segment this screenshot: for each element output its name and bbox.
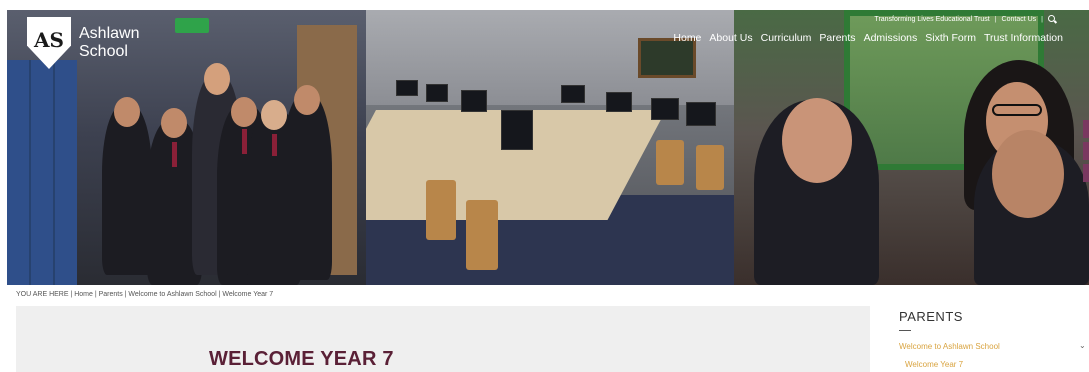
monitor-decor bbox=[606, 92, 632, 112]
search-icon[interactable] bbox=[1048, 15, 1057, 24]
chair-decor bbox=[426, 180, 456, 240]
separator: | bbox=[994, 16, 997, 23]
side-tab-icon[interactable] bbox=[1083, 142, 1089, 160]
chair-decor bbox=[656, 140, 684, 185]
chevron-down-icon[interactable]: ⌄ bbox=[1079, 341, 1086, 350]
nav-about-us[interactable]: About Us bbox=[709, 32, 752, 44]
side-tab-icon[interactable] bbox=[1083, 164, 1089, 182]
hero-banner bbox=[7, 10, 1089, 285]
nav-home[interactable]: Home bbox=[673, 32, 701, 44]
breadcrumb[interactable]: YOU ARE HERE | Home | Parents | Welcome … bbox=[16, 291, 273, 298]
nav-trust-information[interactable]: Trust Information bbox=[984, 32, 1063, 44]
sidebar-title: PARENTS bbox=[899, 309, 963, 324]
contact-link[interactable]: Contact Us bbox=[1002, 16, 1037, 23]
student-figure bbox=[974, 130, 1089, 285]
monitor-decor bbox=[426, 84, 448, 102]
trust-link[interactable]: Transforming Lives Educational Trust bbox=[874, 16, 989, 23]
monitor-decor bbox=[461, 90, 487, 112]
sidebar-item-welcome-year-7[interactable]: Welcome Year 7 bbox=[905, 360, 963, 369]
noticeboard-decor bbox=[638, 38, 696, 78]
page-title: WELCOME YEAR 7 bbox=[209, 348, 394, 370]
sidebar-divider bbox=[899, 330, 911, 331]
logo-text: Ashlawn School bbox=[79, 25, 139, 61]
nav-parents[interactable]: Parents bbox=[819, 32, 855, 44]
hero-photo-classroom bbox=[366, 10, 734, 285]
chair-decor bbox=[466, 200, 498, 270]
top-bar: Transforming Lives Educational Trust | C… bbox=[874, 15, 1057, 24]
side-tab-icon[interactable] bbox=[1083, 120, 1089, 138]
monitor-decor bbox=[561, 85, 585, 103]
monitor-decor bbox=[501, 110, 533, 150]
school-logo[interactable]: AS Ashlawn School bbox=[27, 17, 139, 69]
logo-line-2: School bbox=[79, 43, 128, 60]
student-figure bbox=[754, 98, 879, 285]
monitor-decor bbox=[396, 80, 418, 96]
main-nav: Home About Us Curriculum Parents Admissi… bbox=[673, 32, 1063, 44]
nav-admissions[interactable]: Admissions bbox=[864, 32, 918, 44]
pupil-figure bbox=[102, 97, 152, 275]
exit-sign-decor bbox=[175, 18, 209, 33]
chair-decor bbox=[696, 145, 724, 190]
hero-photo-students bbox=[734, 10, 1089, 285]
nav-curriculum[interactable]: Curriculum bbox=[761, 32, 812, 44]
lockers-decor bbox=[7, 60, 77, 285]
monitor-decor bbox=[651, 98, 679, 120]
content-panel bbox=[16, 306, 870, 372]
sidebar-item-welcome-ashlawn[interactable]: Welcome to Ashlawn School bbox=[899, 342, 1000, 351]
monitor-decor bbox=[686, 102, 716, 126]
nav-sixth-form[interactable]: Sixth Form bbox=[925, 32, 976, 44]
pupil-figure bbox=[282, 85, 332, 280]
separator: | bbox=[1041, 16, 1043, 23]
logo-line-1: Ashlawn bbox=[79, 25, 140, 42]
crest-icon: AS bbox=[27, 17, 71, 69]
